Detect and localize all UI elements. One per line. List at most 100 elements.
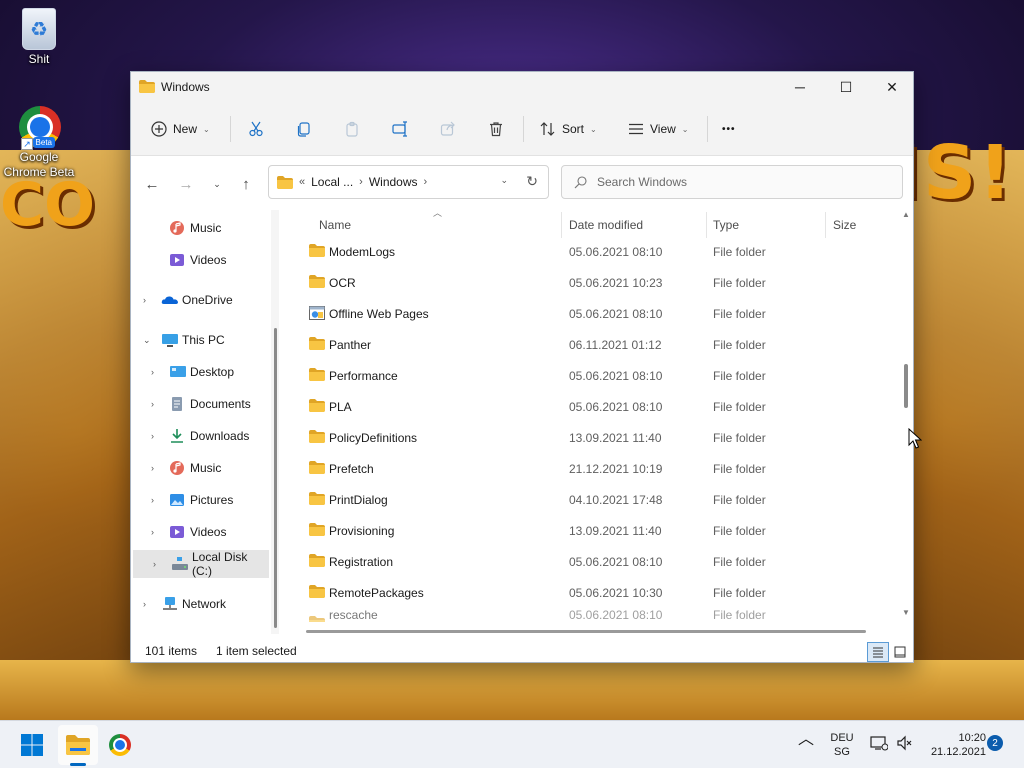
file-row[interactable]: rescache 05.06.2021 08:10 File folder <box>289 608 899 622</box>
search-box[interactable]: Search Windows <box>561 165 903 199</box>
file-name: Offline Web Pages <box>329 306 429 321</box>
show-hidden-icons-button[interactable]: ︿ <box>798 732 814 748</box>
back-button[interactable]: ← <box>141 173 163 195</box>
folder-icon <box>309 492 325 505</box>
file-row[interactable]: PolicyDefinitions 13.09.2021 11:40 File fo… <box>289 422 899 453</box>
file-row[interactable]: ModemLogs 05.06.2021 08:10 File folder <box>289 236 899 267</box>
nav-item[interactable]: › Videos <box>131 518 279 546</box>
title-bar[interactable]: Windows ─ ☐ ✕ <box>131 72 913 102</box>
breadcrumb-windows[interactable]: Windows <box>369 175 418 189</box>
clock[interactable]: 10:20 21.12.2021 <box>924 731 986 759</box>
chevron-right-icon[interactable]: › <box>143 295 146 305</box>
web-folder-icon <box>309 306 325 320</box>
file-row[interactable]: OCR 05.06.2021 10:23 File folder <box>289 267 899 298</box>
sort-button[interactable]: Sort ⌄ <box>540 114 597 144</box>
file-row[interactable]: Registration 05.06.2021 08:10 File folder <box>289 546 899 577</box>
paste-button[interactable] <box>344 114 360 144</box>
copy-icon <box>297 122 310 137</box>
taskbar-chrome[interactable] <box>100 725 140 765</box>
taskbar-file-explorer[interactable] <box>58 725 98 765</box>
rename-button[interactable] <box>392 114 410 144</box>
minimize-button[interactable]: ─ <box>777 72 823 102</box>
file-row[interactable]: RemotePackages 05.06.2021 10:30 File folde… <box>289 577 899 608</box>
nav-item[interactable]: Videos <box>131 246 279 274</box>
shortcut-arrow-icon: ↗ <box>21 138 33 150</box>
network-icon[interactable] <box>870 735 889 755</box>
navigation-scrollbar-thumb[interactable] <box>274 328 277 628</box>
search-icon <box>574 175 587 188</box>
chevron-right-icon[interactable]: › <box>151 399 154 409</box>
tiles-view-button[interactable] <box>889 642 911 662</box>
input-language-indicator[interactable]: DEU SG <box>826 731 858 759</box>
chevron-right-icon[interactable]: › <box>151 367 154 377</box>
chevron-right-icon[interactable]: › <box>153 559 156 569</box>
chevron-right-icon[interactable]: › <box>151 463 154 473</box>
view-button[interactable]: View ⌄ <box>628 114 689 144</box>
breadcrumb-local-disk[interactable]: Local ... <box>311 175 353 189</box>
navigation-scrollbar[interactable] <box>271 210 279 634</box>
column-divider[interactable] <box>706 212 707 238</box>
file-row[interactable]: Prefetch 21.12.2021 10:19 File folder <box>289 453 899 484</box>
breadcrumb-separator[interactable]: › <box>424 176 428 188</box>
chevron-down-icon[interactable]: ⌄ <box>143 335 151 346</box>
folder-icon <box>309 368 325 381</box>
column-divider[interactable] <box>561 212 562 238</box>
horizontal-scrollbar[interactable] <box>306 630 866 634</box>
address-overflow-button[interactable]: « <box>299 176 305 188</box>
breadcrumb-separator[interactable]: › <box>359 176 363 188</box>
file-row[interactable]: Provisioning 13.09.2021 11:40 File folder <box>289 515 899 546</box>
up-button[interactable]: ↑ <box>235 173 257 195</box>
nav-item[interactable]: › Pictures <box>131 486 279 514</box>
file-row[interactable]: Panther 06.11.2021 01:12 File folder <box>289 329 899 360</box>
nav-item[interactable]: Music <box>131 214 279 242</box>
column-divider[interactable] <box>825 212 826 238</box>
address-history-dropdown[interactable]: ⌄ <box>500 175 508 186</box>
file-name: Registration <box>329 554 394 569</box>
nav-item[interactable]: › Local Disk (C:) <box>133 550 269 578</box>
folder-icon <box>309 430 325 443</box>
close-button[interactable]: ✕ <box>869 72 913 102</box>
scroll-up-icon[interactable]: ▲ <box>902 210 910 219</box>
file-type: File folder <box>713 306 766 321</box>
file-name: rescache <box>329 608 378 622</box>
refresh-icon[interactable]: ↻ <box>526 173 538 190</box>
scroll-down-icon[interactable]: ▼ <box>902 608 910 617</box>
chevron-right-icon[interactable]: › <box>151 431 154 441</box>
nav-item[interactable]: › Desktop <box>131 358 279 386</box>
nav-item[interactable]: ⌄ This PC <box>131 326 279 354</box>
this-pc-icon <box>161 332 178 348</box>
more-options-button[interactable]: ••• <box>722 114 736 144</box>
forward-button[interactable]: → <box>175 173 197 195</box>
nav-item[interactable]: › Music <box>131 454 279 482</box>
file-row[interactable]: PrintDialog 04.10.2021 17:48 File folder <box>289 484 899 515</box>
new-button[interactable]: New ⌄ <box>151 114 210 144</box>
chevron-down-icon: ⌄ <box>213 178 221 189</box>
maximize-button[interactable]: ☐ <box>823 72 869 102</box>
start-button[interactable] <box>12 725 52 765</box>
recent-locations-button[interactable]: ⌄ <box>206 173 228 195</box>
chevron-right-icon[interactable]: › <box>143 599 146 609</box>
vertical-scrollbar-thumb[interactable] <box>904 364 908 408</box>
vertical-scrollbar[interactable]: ▲ ▼ <box>901 210 913 622</box>
nav-item[interactable]: › OneDrive <box>131 286 279 314</box>
cut-button[interactable] <box>248 114 264 144</box>
nav-item[interactable]: › Network <box>131 590 279 618</box>
share-button[interactable] <box>440 114 456 144</box>
file-row[interactable]: Offline Web Pages 05.06.2021 08:10 File fo… <box>289 298 899 329</box>
volume-muted-icon[interactable] <box>896 735 914 755</box>
file-date-modified: 06.11.2021 01:12 <box>569 337 662 352</box>
horizontal-scrollbar-thumb[interactable] <box>306 630 866 633</box>
chevron-right-icon[interactable]: › <box>151 495 154 505</box>
copy-button[interactable] <box>296 114 312 144</box>
nav-item[interactable]: › Documents <box>131 390 279 418</box>
desktop-icon-recycle-bin[interactable]: Shit <box>3 8 75 66</box>
nav-item[interactable]: › Downloads <box>131 422 279 450</box>
file-row[interactable]: PLA 05.06.2021 08:10 File folder <box>289 391 899 422</box>
desktop-icon-chrome-beta[interactable]: Beta ↗ Google Chrome Beta <box>3 106 75 180</box>
delete-button[interactable] <box>488 114 504 144</box>
details-view-button[interactable] <box>867 642 889 662</box>
notification-badge[interactable]: 2 <box>987 735 1003 751</box>
address-bar[interactable]: « Local ... › Windows › ⌄ ↻ <box>268 165 549 199</box>
chevron-right-icon[interactable]: › <box>151 527 154 537</box>
file-row[interactable]: Performance 05.06.2021 08:10 File folder <box>289 360 899 391</box>
